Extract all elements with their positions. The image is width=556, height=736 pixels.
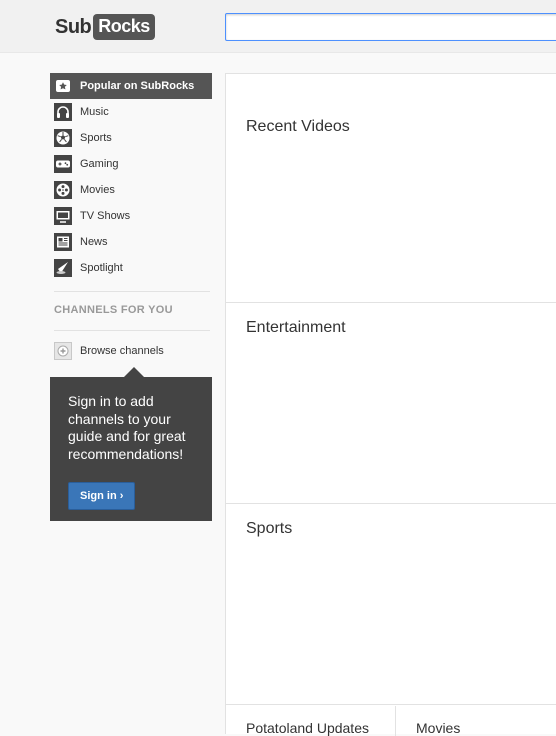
sidebar-item-gaming[interactable]: Gaming (50, 151, 212, 177)
sidebar-item-popular[interactable]: Popular on SubRocks (50, 73, 212, 99)
sidebar-item-movies[interactable]: Movies (50, 177, 212, 203)
channels-for-you-heading: CHANNELS FOR YOU (54, 304, 173, 316)
sidebar-item-music[interactable]: Music (50, 99, 212, 125)
signin-message: Sign in to add channels to your guide an… (68, 393, 186, 462)
soccer-ball-icon (54, 129, 72, 147)
newspaper-icon (54, 233, 72, 251)
star-icon (56, 77, 70, 95)
logo-text-rocks: Rocks (93, 14, 155, 40)
browse-channels-label: Browse channels (80, 345, 164, 357)
sidebar-item-sports[interactable]: Sports (50, 125, 212, 151)
sidebar-item-tv-shows[interactable]: TV Shows (50, 203, 212, 229)
sidebar-item-label: Sports (80, 132, 112, 144)
film-reel-icon (54, 181, 72, 199)
shelf-title[interactable]: Sports (246, 520, 292, 538)
search-input[interactable] (225, 13, 556, 41)
bottom-cell[interactable]: Movies (396, 706, 556, 736)
sidebar-item-label: Gaming (80, 158, 119, 170)
signin-callout-arrow (124, 367, 144, 377)
sidebar-item-label: Spotlight (80, 262, 123, 274)
gamepad-icon (54, 155, 72, 173)
spotlight-icon (54, 259, 72, 277)
sidebar-item-news[interactable]: News (50, 229, 212, 255)
main-content: Recent Videos Entertainment Sports Potat… (225, 73, 556, 736)
masthead: Sub Rocks (0, 0, 556, 53)
headphones-icon (54, 103, 72, 121)
shelf-title[interactable]: Recent Videos (246, 118, 350, 136)
bottom-cell-title: Potatoland Updates (246, 720, 369, 736)
sidebar-item-label: Popular on SubRocks (80, 80, 195, 92)
sidebar-item-label: Movies (80, 184, 115, 196)
browse-channels-link[interactable]: Browse channels (50, 338, 212, 364)
shelf-entertainment: Entertainment (226, 303, 556, 504)
sidebar-item-spotlight[interactable]: Spotlight (50, 255, 212, 281)
tv-icon (54, 207, 72, 225)
shelf-recent-videos: Recent Videos (226, 102, 556, 303)
sidebar-item-label: TV Shows (80, 210, 131, 222)
sidebar-item-label: News (80, 236, 108, 248)
guide-sidebar: Popular on SubRocks Music Sports Gaming … (50, 73, 212, 364)
shelf-title[interactable]: Entertainment (246, 319, 346, 337)
subrocks-logo[interactable]: Sub Rocks (55, 13, 155, 41)
sidebar-item-label: Music (80, 106, 109, 118)
signin-promo: Sign in to add channels to your guide an… (50, 377, 212, 521)
logo-text-sub: Sub (55, 15, 92, 38)
shelf-sports: Sports (226, 504, 556, 705)
bottom-shelf-row: Potatoland Updates Movies (226, 706, 556, 736)
sign-in-button[interactable]: Sign in › (68, 482, 136, 510)
plus-icon (54, 342, 72, 360)
bottom-cell-title: Movies (416, 720, 461, 736)
bottom-cell[interactable]: Potatoland Updates (226, 706, 396, 736)
